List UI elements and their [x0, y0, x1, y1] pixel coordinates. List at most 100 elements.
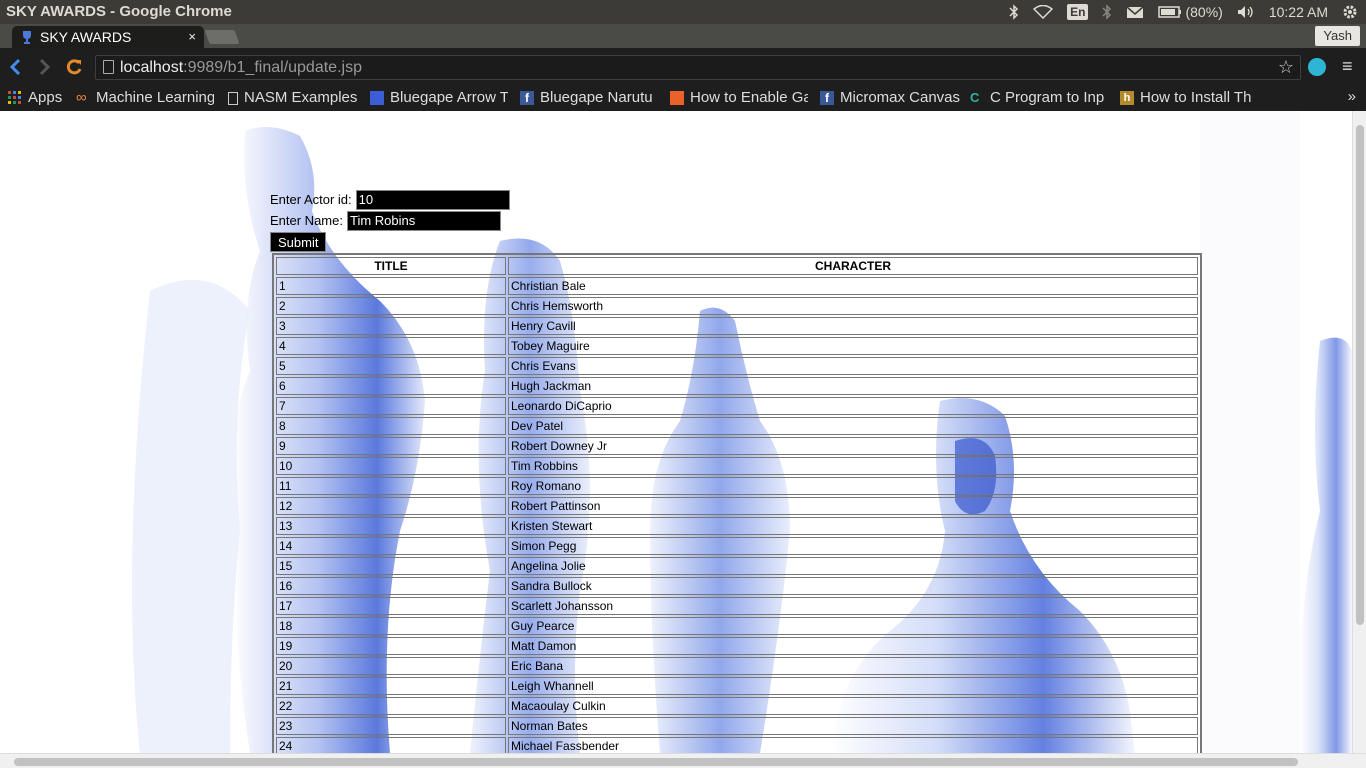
os-top-bar: SKY AWARDS - Google Chrome En (80%) 10:2…	[0, 0, 1366, 24]
cell-character: Angelina Jolie	[508, 557, 1198, 575]
bookmark-label: How to Enable Ga	[690, 89, 808, 106]
cell-title: 3	[276, 317, 506, 335]
cell-character: Dev Patel	[508, 417, 1198, 435]
cell-title: 13	[276, 517, 506, 535]
bluegape-icon	[370, 91, 384, 105]
h-icon: h	[1120, 91, 1134, 105]
table-row: 2 Chris Hemsworth	[276, 297, 1198, 315]
bookmarks-bar: Apps ∞ Machine Learning NASM Examples Bl…	[0, 86, 1366, 111]
cell-character: Sandra Bullock	[508, 577, 1198, 595]
column-header-title: TITLE	[276, 257, 506, 275]
cell-character: Guy Pearce	[508, 617, 1198, 635]
column-header-character: CHARACTER	[508, 257, 1198, 275]
box-icon	[670, 91, 684, 105]
name-label: Enter Name:	[270, 213, 343, 228]
bookmarks-overflow-button[interactable]: »	[1348, 87, 1356, 107]
facebook-icon: f	[820, 91, 834, 105]
cell-character: Chris Evans	[508, 357, 1198, 375]
address-bar[interactable]: localhost:9989/b1_final/update.jsp ☆	[95, 55, 1301, 80]
cell-title: 20	[276, 657, 506, 675]
cell-character: Robert Pattinson	[508, 497, 1198, 515]
cell-title: 9	[276, 437, 506, 455]
bluetooth-icon[interactable]	[1009, 0, 1019, 24]
cell-character: Robert Downey Jr	[508, 437, 1198, 455]
bookmark-label: Bluegape Narutu	[540, 89, 653, 106]
cell-title: 2	[276, 297, 506, 315]
bookmark-bluegape-narutu[interactable]: f Bluegape Narutu	[520, 87, 658, 109]
bookmark-c-program[interactable]: C C Program to Inp	[970, 87, 1108, 109]
bookmark-nasm-examples[interactable]: NASM Examples	[228, 87, 358, 109]
new-tab-button[interactable]	[204, 30, 240, 44]
cell-character: Leonardo DiCaprio	[508, 397, 1198, 415]
bookmark-machine-learning[interactable]: ∞ Machine Learning	[76, 87, 214, 109]
keyboard-layout-indicator[interactable]: En	[1067, 0, 1089, 24]
profile-button[interactable]: Yash	[1315, 26, 1360, 46]
settings-gear-icon[interactable]	[1342, 0, 1358, 24]
vertical-scrollbar[interactable]	[1352, 111, 1366, 753]
tab-sky-awards[interactable]: SKY AWARDS ×	[12, 26, 204, 48]
cell-character: Matt Damon	[508, 637, 1198, 655]
wifi-icon[interactable]	[1033, 0, 1054, 24]
c-program-icon: C	[970, 90, 980, 105]
cell-character: Christian Bale	[508, 277, 1198, 295]
table-row: 17 Scarlett Johansson	[276, 597, 1198, 615]
cell-title: 6	[276, 377, 506, 395]
horizontal-scrollbar-thumb[interactable]	[14, 758, 1298, 766]
cell-title: 15	[276, 557, 506, 575]
table-row: 18 Guy Pearce	[276, 617, 1198, 635]
cell-character: Scarlett Johansson	[508, 597, 1198, 615]
vertical-scrollbar-thumb[interactable]	[1356, 125, 1364, 625]
table-row: 13 Kristen Stewart	[276, 517, 1198, 535]
tab-title: SKY AWARDS	[40, 29, 132, 45]
back-arrow-icon[interactable]	[6, 57, 26, 77]
table-row: 19 Matt Damon	[276, 637, 1198, 655]
actor-id-input[interactable]	[355, 189, 510, 210]
horizontal-scrollbar[interactable]	[0, 753, 1366, 768]
cell-title: 14	[276, 537, 506, 555]
submit-button[interactable]: Submit	[270, 232, 327, 252]
battery-icon[interactable]: (80%)	[1158, 0, 1223, 24]
table-row: 11 Roy Romano	[276, 477, 1198, 495]
page-info-icon[interactable]	[103, 60, 114, 74]
tab-close-icon[interactable]: ×	[188, 26, 196, 48]
mail-icon[interactable]	[1126, 0, 1144, 24]
table-row: 16 Sandra Bullock	[276, 577, 1198, 595]
actor-id-label: Enter Actor id:	[270, 192, 352, 207]
table-row: 8 Dev Patel	[276, 417, 1198, 435]
chrome-menu-icon[interactable]: ≡	[1342, 56, 1353, 77]
bookmark-apps[interactable]: Apps	[8, 87, 68, 109]
cell-character: Chris Hemsworth	[508, 297, 1198, 315]
cell-title: 11	[276, 477, 506, 495]
cell-character: Leigh Whannell	[508, 677, 1198, 695]
cell-title: 24	[276, 737, 506, 753]
bookmark-label: How to Install Th	[1140, 89, 1252, 106]
table-row: 10 Tim Robbins	[276, 457, 1198, 475]
bookmark-star-icon[interactable]: ☆	[1278, 56, 1294, 79]
cell-title: 19	[276, 637, 506, 655]
bookmark-bluegape-arrow[interactable]: Bluegape Arrow T	[370, 87, 508, 109]
tab-strip: SKY AWARDS × Yash	[0, 24, 1366, 48]
name-input[interactable]	[346, 210, 501, 231]
cell-character: Macaoulay Culkin	[508, 697, 1198, 715]
table-row: 15 Angelina Jolie	[276, 557, 1198, 575]
cell-title: 16	[276, 577, 506, 595]
cell-character: Tim Robbins	[508, 457, 1198, 475]
forward-arrow-icon[interactable]	[34, 57, 54, 77]
actors-table: TITLE CHARACTER 1 Christian Bale 2 Chris He…	[274, 255, 1200, 753]
cell-character: Roy Romano	[508, 477, 1198, 495]
volume-icon[interactable]	[1237, 0, 1255, 24]
bookmark-label: NASM Examples	[244, 89, 358, 106]
bookmark-how-to-install[interactable]: h How to Install Th	[1120, 87, 1260, 109]
bluetooth-secondary-icon[interactable]	[1102, 0, 1112, 24]
keyboard-layout-label: En	[1067, 4, 1089, 20]
cell-title: 12	[276, 497, 506, 515]
reload-icon[interactable]	[64, 57, 84, 77]
table-row: 3 Henry Cavill	[276, 317, 1198, 335]
extension-icon[interactable]	[1308, 58, 1326, 76]
cell-title: 17	[276, 597, 506, 615]
bookmark-label: Bluegape Arrow T	[390, 89, 508, 106]
cell-character: Michael Fassbender	[508, 737, 1198, 753]
clock[interactable]: 10:22 AM	[1269, 0, 1328, 24]
bookmark-how-to-enable[interactable]: How to Enable Ga	[670, 87, 808, 109]
bookmark-micromax-canvas[interactable]: f Micromax Canvas	[820, 87, 960, 109]
